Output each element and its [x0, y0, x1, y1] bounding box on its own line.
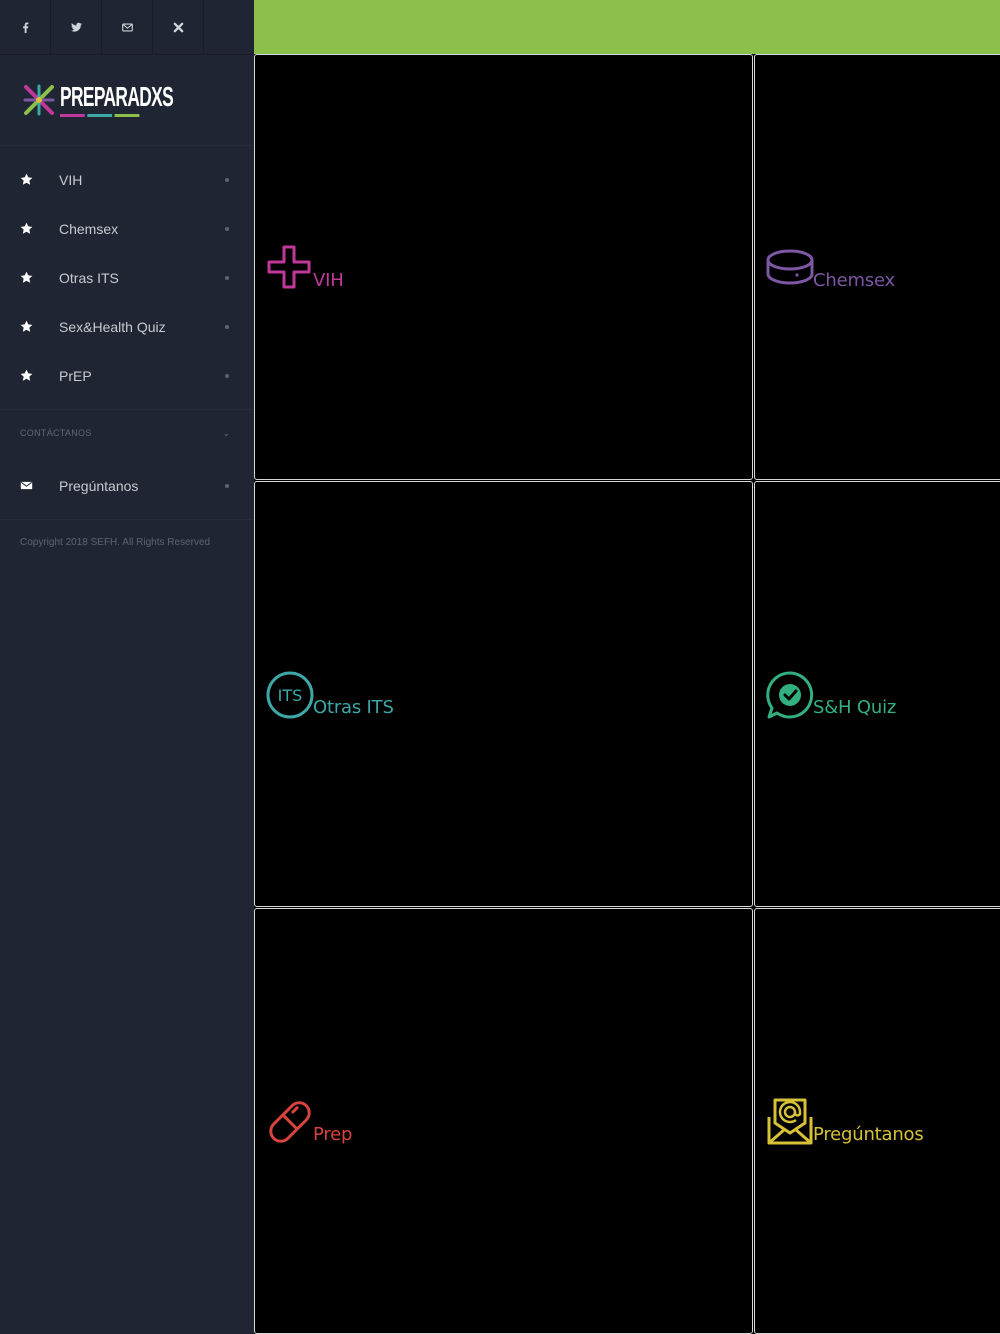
tile-label: Prep	[313, 1124, 353, 1145]
nav-dot	[225, 373, 229, 378]
plus-icon	[267, 245, 311, 289]
star-icon	[20, 320, 34, 334]
nav-dot	[225, 324, 229, 329]
envelope-icon	[121, 23, 133, 31]
tile-label: Otras ITS	[313, 697, 394, 718]
tile-label: Chemsex	[813, 270, 895, 291]
tile-label: Pregúntanos	[813, 1124, 924, 1145]
nav-dot	[225, 275, 229, 280]
nav-item-label: Pregúntanos	[59, 477, 139, 494]
star-icon	[20, 369, 34, 383]
nav-item-label: Otras ITS	[59, 269, 119, 286]
facebook-icon	[22, 21, 28, 33]
email-button[interactable]	[102, 0, 153, 54]
tile-label: S&H Quiz	[813, 697, 897, 718]
chevron-down-icon: ⌄	[222, 427, 230, 438]
nav-item-vih[interactable]: VIH	[0, 155, 254, 204]
check-chat-icon	[766, 671, 814, 719]
brand-logo[interactable]: PREPARADXS	[0, 55, 254, 146]
nav-item-preguntanos[interactable]: Pregúntanos	[0, 461, 254, 510]
nav-dot	[225, 226, 229, 231]
tile-otras-its[interactable]: ITS Otras ITS	[254, 481, 753, 907]
nav-item-label: Chemsex	[59, 220, 119, 237]
nav-item-otras-its[interactable]: Otras ITS	[0, 253, 254, 302]
envelope-icon	[20, 479, 34, 493]
copyright: Copyright 2018 SEFH. All Rights Reserved	[20, 537, 211, 548]
section-heading: CONTÁCTANOS	[20, 428, 92, 438]
tile-chemsex[interactable]: Chemsex	[754, 54, 1000, 480]
nav-item-label: VIH	[59, 171, 83, 188]
capsule-icon	[269, 1101, 311, 1143]
top-bar	[254, 0, 1000, 54]
nav-item-label: Sex&Health Quiz	[59, 318, 166, 335]
close-icon	[173, 22, 183, 32]
nav-item-chemsex[interactable]: Chemsex	[0, 204, 254, 253]
contact-nav: Pregúntanos	[0, 456, 254, 520]
tile-vih[interactable]: VIH	[254, 54, 753, 480]
sidebar: PREPARADXS VIH Chemsex Otras ITS Sex&Hea…	[0, 0, 254, 1334]
nav-item-prep[interactable]: PrEP	[0, 351, 254, 400]
preparadxs-logo-icon	[23, 84, 55, 116]
star-icon	[20, 173, 34, 187]
contact-section-toggle[interactable]: CONTÁCTANOS ⌄	[0, 410, 254, 456]
star-icon	[20, 222, 34, 236]
main-nav: VIH Chemsex Otras ITS Sex&Health Quiz Pr…	[0, 146, 254, 410]
facebook-button[interactable]	[0, 0, 51, 54]
tile-grid: VIH Chemsex ITS Otras ITS S&H Quiz Prep …	[254, 54, 1000, 1334]
star-icon	[20, 271, 34, 285]
svg-text:ITS: ITS	[278, 686, 303, 705]
its-badge-icon: ITS	[266, 671, 314, 719]
nav-dot	[225, 177, 229, 182]
social-bar	[0, 0, 254, 55]
pill-disc-icon	[766, 249, 814, 285]
nav-item-sex-health-quiz[interactable]: Sex&Health Quiz	[0, 302, 254, 351]
tile-label: VIH	[313, 270, 344, 291]
twitter-icon	[70, 22, 82, 32]
nav-item-label: PrEP	[59, 367, 92, 384]
tile-prep[interactable]: Prep	[254, 908, 753, 1334]
twitter-button[interactable]	[51, 0, 102, 54]
close-button[interactable]	[153, 0, 204, 54]
mail-at-icon	[767, 1098, 813, 1145]
tile-sh-quiz[interactable]: S&H Quiz	[754, 481, 1000, 907]
tile-preguntanos[interactable]: Pregúntanos	[754, 908, 1000, 1334]
brand-name: PREPARADXS	[60, 83, 174, 117]
nav-dot	[225, 483, 229, 488]
